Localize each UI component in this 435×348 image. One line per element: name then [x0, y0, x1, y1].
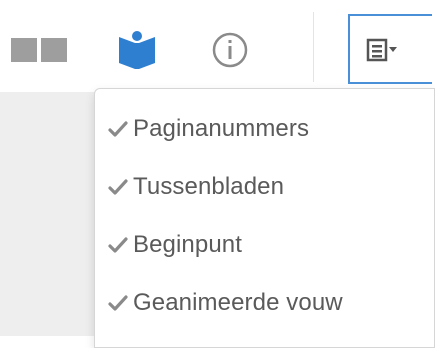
book-icon — [119, 31, 155, 69]
double-page-button[interactable] — [8, 30, 72, 70]
chevron-down-icon — [389, 47, 397, 52]
menu-item-label: Geanimeerde vouw — [133, 289, 343, 316]
menu-item-tussenbladen[interactable]: Tussenbladen — [107, 167, 284, 207]
menu-item-label: Tussenbladen — [133, 173, 285, 200]
menu-item-paginanummers[interactable]: Paginanummers — [107, 109, 309, 149]
toolbar — [0, 0, 435, 92]
menu-item-beginpunt[interactable]: Beginpunt — [107, 225, 242, 265]
content-background — [0, 92, 100, 336]
check-icon — [107, 293, 129, 313]
menu-item-label: Paginanummers — [133, 115, 310, 142]
double-page-icon — [11, 38, 67, 62]
info-icon — [212, 32, 248, 68]
menu-item-geanimeerde-vouw[interactable]: Geanimeerde vouw — [107, 283, 343, 323]
check-icon — [107, 119, 129, 139]
toolbar-divider — [313, 12, 314, 82]
check-icon — [107, 235, 129, 255]
menu-item-label: Beginpunt — [133, 231, 242, 258]
book-view-button[interactable] — [110, 26, 164, 74]
check-icon — [107, 177, 129, 197]
view-options-menu: Paginanummers Tussenbladen Beginpunt Gea… — [94, 88, 435, 348]
info-button[interactable] — [200, 26, 260, 74]
page-view-dropdown-icon — [366, 38, 397, 62]
page-view-dropdown-button[interactable] — [348, 14, 432, 84]
